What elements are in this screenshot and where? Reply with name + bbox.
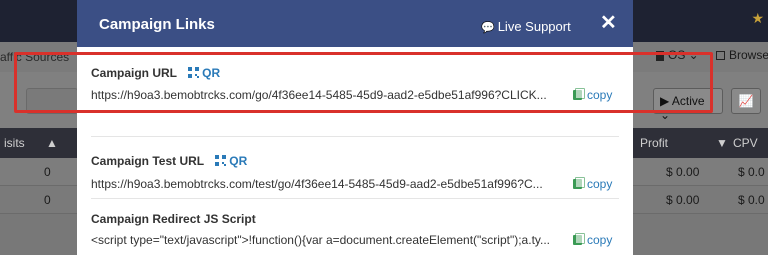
sort-icon[interactable]: ▲: [46, 136, 58, 150]
section-divider: [91, 136, 619, 137]
redirect-js-script-value[interactable]: <script type="text/javascript">!function…: [91, 233, 557, 247]
highlight-box: [14, 52, 713, 113]
qr-link[interactable]: QR: [215, 154, 247, 168]
section-divider: [91, 198, 619, 199]
th-profit[interactable]: Profit: [640, 136, 668, 150]
copy-label: copy: [587, 233, 613, 247]
modal-title: Campaign Links: [99, 16, 215, 33]
redirect-js-script-section: Campaign Redirect JS Script <script type…: [91, 212, 619, 247]
live-support-button[interactable]: 💬 Live Support: [481, 19, 571, 34]
copy-icon: [573, 177, 585, 189]
live-support-label: Live Support: [497, 19, 571, 34]
copy-button[interactable]: copy: [573, 177, 612, 191]
url-row: https://h9oa3.bemobtrcks.com/test/go/4f3…: [91, 175, 619, 195]
browser-filter[interactable]: Browse: [716, 48, 768, 62]
copy-icon: [573, 233, 585, 245]
close-button[interactable]: ✕: [600, 13, 617, 33]
cell-profit: $ 0.00: [666, 193, 700, 207]
qr-code-icon: [215, 155, 227, 166]
campaign-test-url-value[interactable]: https://h9oa3.bemobtrcks.com/test/go/4f3…: [91, 177, 557, 191]
star-icon[interactable]: ★: [751, 10, 764, 27]
th-cpv[interactable]: CPV: [733, 136, 758, 150]
copy-label: copy: [587, 177, 613, 191]
cell-visits: 0: [44, 193, 51, 207]
chat-bubbles-icon: 💬: [481, 22, 495, 34]
th-visits[interactable]: isits: [4, 136, 25, 150]
campaign-test-url-label: Campaign Test URL: [91, 154, 204, 168]
redirect-js-script-label: Campaign Redirect JS Script: [91, 212, 256, 226]
cell-cpv: $ 0.0: [738, 193, 765, 207]
cell-profit: $ 0.00: [666, 165, 700, 179]
chart-icon-button[interactable]: 📈: [731, 88, 761, 114]
modal-header: Campaign Links 💬 Live Support ✕: [77, 0, 633, 47]
filter-icon[interactable]: ▼: [716, 136, 728, 150]
browser-icon: [716, 51, 725, 61]
browser-label: Browse: [729, 48, 768, 62]
copy-button[interactable]: copy: [573, 233, 612, 247]
cell-visits: 0: [44, 165, 51, 179]
cell-cpv: $ 0.0: [738, 165, 765, 179]
campaign-links-modal: Campaign Links 💬 Live Support ✕ Campaign …: [77, 0, 633, 255]
url-row: <script type="text/javascript">!function…: [91, 231, 619, 251]
campaign-test-url-section: Campaign Test URL QR https://h9oa3.bemob…: [91, 154, 619, 191]
qr-label: QR: [229, 154, 248, 168]
